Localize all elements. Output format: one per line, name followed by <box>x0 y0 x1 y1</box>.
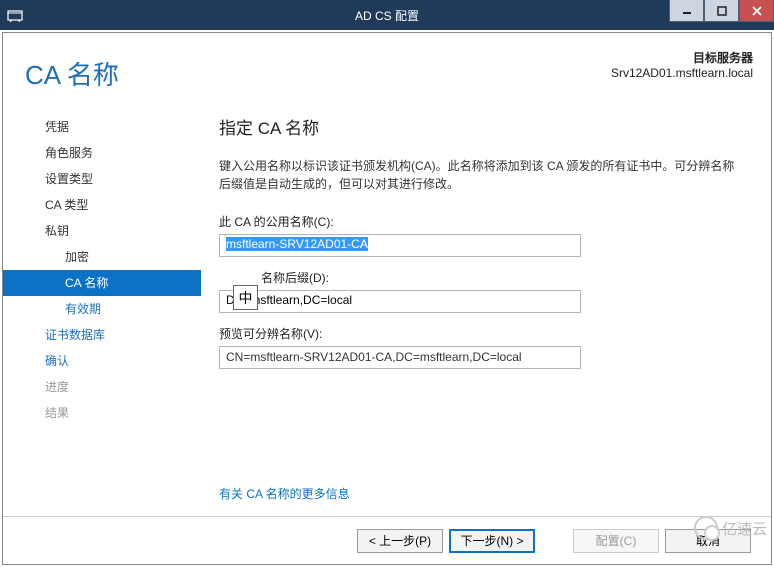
content-frame: CA 名称 目标服务器 Srv12AD01.msftlearn.local 凭据… <box>2 32 772 565</box>
common-name-input[interactable]: msftlearn-SRV12AD01-CA <box>219 234 581 257</box>
sidebar-item-private-key[interactable]: 私钥 <box>3 218 201 244</box>
page-title: CA 名称 <box>25 49 611 92</box>
more-info-link[interactable]: 有关 CA 名称的更多信息 <box>219 485 350 502</box>
app-icon <box>0 0 30 30</box>
close-button[interactable] <box>739 0 774 22</box>
button-bar: < 上一步(P) 下一步(N) > 配置(C) 取消 <box>3 516 771 564</box>
target-server-label: 目标服务器 <box>611 49 753 66</box>
window-controls <box>669 0 774 22</box>
sidebar-item-cryptography[interactable]: 加密 <box>3 244 201 270</box>
sidebar: 凭据 角色服务 设置类型 CA 类型 私钥 加密 CA 名称 有效期 证书数据库… <box>3 114 201 564</box>
ime-indicator[interactable]: 中 <box>233 285 258 310</box>
configure-button: 配置(C) <box>573 529 659 553</box>
target-server-value: Srv12AD01.msftlearn.local <box>611 66 753 80</box>
body: 凭据 角色服务 设置类型 CA 类型 私钥 加密 CA 名称 有效期 证书数据库… <box>3 92 771 564</box>
window-title: AD CS 配置 <box>0 7 774 24</box>
previous-button[interactable]: < 上一步(P) <box>357 529 443 553</box>
cancel-button[interactable]: 取消 <box>665 529 751 553</box>
sidebar-item-setup-type[interactable]: 设置类型 <box>3 166 201 192</box>
main-description: 键入公用名称以标识该证书颁发机构(CA)。此名称将添加到该 CA 颁发的所有证书… <box>219 157 743 193</box>
common-name-label: 此 CA 的公用名称(C): <box>219 213 743 230</box>
next-button[interactable]: 下一步(N) > <box>449 529 535 553</box>
preview-input: CN=msftlearn-SRV12AD01-CA,DC=msftlearn,D… <box>219 346 581 369</box>
preview-label: 预览可分辨名称(V): <box>219 325 743 342</box>
header: CA 名称 目标服务器 Srv12AD01.msftlearn.local <box>3 33 771 92</box>
maximize-button[interactable] <box>704 0 739 22</box>
sidebar-item-credentials[interactable]: 凭据 <box>3 114 201 140</box>
sidebar-item-ca-name[interactable]: CA 名称 <box>3 270 201 296</box>
minimize-button[interactable] <box>669 0 704 22</box>
sidebar-item-confirmation[interactable]: 确认 <box>3 348 201 374</box>
sidebar-item-results: 结果 <box>3 400 201 426</box>
title-bar: AD CS 配置 <box>0 0 774 30</box>
sidebar-item-role-services[interactable]: 角色服务 <box>3 140 201 166</box>
dn-suffix-input[interactable]: DC=msftlearn,DC=local <box>219 290 581 313</box>
dn-suffix-label: 名称后缀(D): <box>219 269 743 286</box>
main-heading: 指定 CA 名称 <box>219 114 743 139</box>
target-server: 目标服务器 Srv12AD01.msftlearn.local <box>611 49 753 80</box>
sidebar-item-cert-database[interactable]: 证书数据库 <box>3 322 201 348</box>
sidebar-item-progress: 进度 <box>3 374 201 400</box>
sidebar-item-ca-type[interactable]: CA 类型 <box>3 192 201 218</box>
sidebar-item-validity[interactable]: 有效期 <box>3 296 201 322</box>
